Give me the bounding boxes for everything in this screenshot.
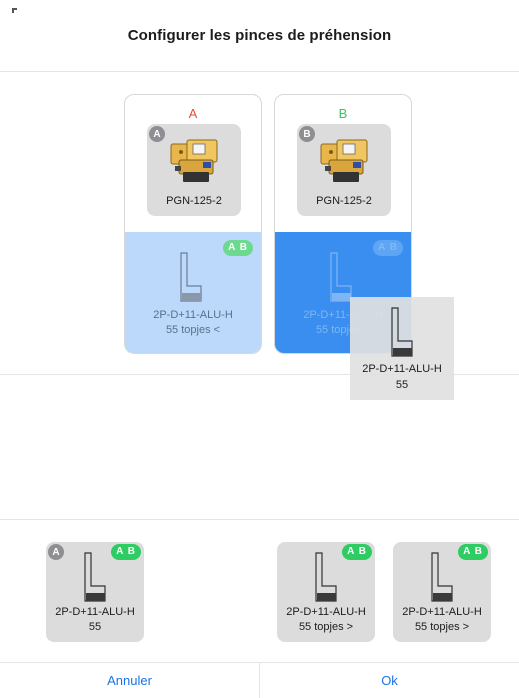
ab-badge: A B: [223, 240, 253, 256]
finger-count: 55: [88, 621, 102, 633]
finger-pool: A A B 2P-D+11-ALU-H 55 A B 2P-D+11-ALU-H…: [0, 519, 519, 662]
gripper-name: PGN-125-2: [316, 195, 372, 207]
finger-tile[interactable]: A A B 2P-D+11-ALU-H 55: [46, 542, 144, 642]
gripper-letter: B: [338, 106, 348, 121]
finger-label: 2P-D+11-ALU-H 55 topjes >: [277, 605, 375, 635]
finger-label: 2P-D+11-ALU-H 55: [46, 605, 144, 635]
finger-name: 2P-D+11-ALU-H: [153, 309, 233, 321]
finger-name: 2P-D+11-ALU-H: [362, 363, 442, 375]
letter-badge: A: [149, 126, 165, 142]
finger-count: 55 topjes >: [298, 621, 354, 633]
ab-badge: A B: [342, 544, 372, 560]
ab-badge: A B: [373, 240, 403, 256]
finger-jaw-icon: [84, 552, 106, 602]
finger-slot-a[interactable]: A B 2P-D+11-ALU-H 55 topjes <: [125, 232, 261, 353]
finger-tile[interactable]: A B 2P-D+11-ALU-H 55 topjes >: [277, 542, 375, 642]
finger-jaw-icon: [315, 552, 337, 602]
finger-jaw-icon: [431, 552, 453, 602]
finger-name: 2P-D+11-ALU-H: [402, 606, 482, 618]
gripper-tile-a[interactable]: A PGN-125-2: [147, 124, 241, 216]
cancel-button[interactable]: Annuler: [0, 663, 259, 698]
finger-count: 55: [395, 379, 409, 391]
gripper-module-icon: [320, 139, 368, 182]
gripper-module-icon: [170, 139, 218, 182]
drag-ghost-finger[interactable]: 2P-D+11-ALU-H 55: [350, 297, 454, 400]
ab-badge: A B: [111, 544, 141, 560]
letter-badge: B: [299, 126, 315, 142]
drag-label: 2P-D+11-ALU-H 55: [350, 361, 454, 393]
finger-name: 2P-D+11-ALU-H: [55, 606, 135, 618]
gripper-letter: A: [188, 106, 198, 121]
finger-label: 2P-D+11-ALU-H 55 topjes >: [393, 605, 491, 635]
header: Configurer les pinces de préhension: [0, 0, 519, 72]
ok-button[interactable]: Ok: [259, 663, 519, 698]
gripper-card-a: A A PGN-125-2 A B 2P-D+11-ALU-H 55 topje…: [124, 94, 262, 354]
ab-badge: A B: [458, 544, 488, 560]
finger-tile[interactable]: A B 2P-D+11-ALU-H 55 topjes >: [393, 542, 491, 642]
finger-jaw-icon: [330, 252, 352, 302]
finger-count: 55 topjes >: [414, 621, 470, 633]
gripper-tile-b[interactable]: B PGN-125-2: [297, 124, 391, 216]
letter-badge: A: [48, 544, 64, 560]
footer: Annuler Ok: [0, 662, 519, 698]
finger-jaw-icon: [391, 307, 413, 357]
slot-label: 2P-D+11-ALU-H 55 topjes <: [125, 308, 261, 338]
finger-count: 55 topjes <: [165, 324, 221, 336]
finger-name: 2P-D+11-ALU-H: [286, 606, 366, 618]
finger-jaw-icon: [180, 252, 202, 302]
gripper-name: PGN-125-2: [166, 195, 222, 207]
page-title: Configurer les pinces de préhension: [127, 27, 392, 44]
